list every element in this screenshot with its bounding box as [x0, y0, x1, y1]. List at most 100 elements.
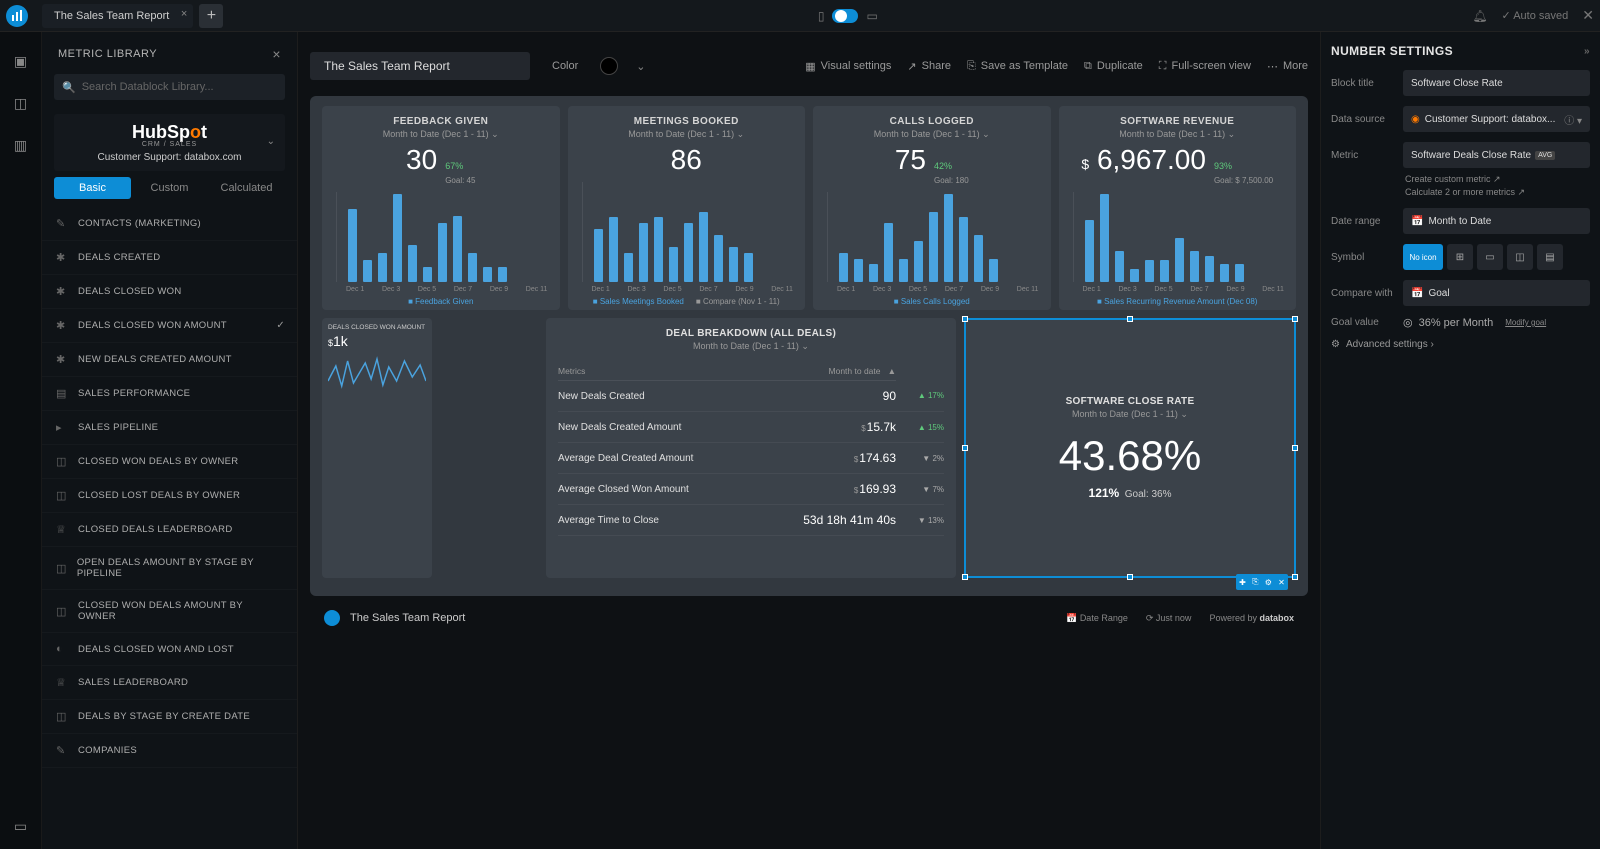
full-screen-view-button[interactable]: ⛶ Full-screen view	[1159, 60, 1251, 73]
sym-1[interactable]: ⊞	[1447, 244, 1473, 270]
metric-type-icon: ♕	[56, 523, 70, 536]
metric-item[interactable]: ◫CLOSED WON DEALS BY OWNER	[42, 445, 297, 479]
metric-item[interactable]: ✎COMPANIES	[42, 734, 297, 768]
color-picker[interactable]	[600, 57, 618, 75]
sym-4[interactable]: ▤	[1537, 244, 1563, 270]
page-tab[interactable]: The Sales Team Report ×	[42, 4, 193, 28]
resize-handle[interactable]	[1292, 445, 1298, 451]
metric-item[interactable]: ♕CLOSED DEALS LEADERBOARD	[42, 513, 297, 547]
metric-item[interactable]: ◫CLOSED WON DEALS AMOUNT BY OWNER	[42, 590, 297, 633]
block-title-input[interactable]: Software Close Rate⚙	[1403, 70, 1590, 96]
metric-item[interactable]: ✱DEALS CLOSED WON AMOUNT✓	[42, 309, 297, 343]
deal-breakdown-block[interactable]: DEAL BREAKDOWN (ALL DEALS) Month to Date…	[546, 318, 956, 578]
tab-basic[interactable]: Basic	[54, 177, 131, 199]
modify-goal-link[interactable]: Modify goal	[1505, 318, 1546, 327]
resize-handle[interactable]	[1292, 574, 1298, 580]
settings-icon[interactable]: ▥	[12, 136, 30, 154]
tab-custom[interactable]: Custom	[131, 177, 208, 199]
meetings-booked-block[interactable]: MEETINGS BOOKED Month to Date (Dec 1 - 1…	[568, 106, 806, 310]
revenue-chart	[1085, 192, 1283, 282]
add-tab-button[interactable]: +	[199, 4, 223, 28]
mobile-icon[interactable]: ▯	[818, 9, 825, 23]
advanced-settings-link[interactable]: ⚙Advanced settings ›	[1331, 339, 1590, 350]
chevron-down-icon[interactable]: ⌄	[636, 60, 645, 73]
dashboard-icon[interactable]: ▣	[12, 52, 30, 70]
dashboard-title-input[interactable]: The Sales Team Report	[310, 52, 530, 80]
search-input[interactable]: 🔍 Search Datablock Library...	[54, 74, 285, 100]
more-button[interactable]: ⋯ More	[1267, 60, 1308, 73]
visual-settings-button[interactable]: ▦ Visual settings	[805, 60, 891, 73]
hubspot-logo: HubSpot	[54, 122, 285, 143]
desktop-icon[interactable]: ▭	[866, 9, 877, 23]
metric-item[interactable]: ◐DEALS CLOSED WON AND LOST	[42, 633, 297, 666]
share-button[interactable]: ↗ Share	[907, 60, 951, 73]
empty-block[interactable]	[440, 318, 538, 578]
calls-logged-block[interactable]: CALLS LOGGED Month to Date (Dec 1 - 11) …	[813, 106, 1051, 310]
deal-breakdown-table: Metrics Month to date ▲ New Deals Create…	[558, 362, 944, 536]
metric-item[interactable]: ✎CONTACTS (MARKETING)	[42, 207, 297, 241]
data-source-select[interactable]: ◉Customer Support: databox... ⓘ ▾	[1403, 106, 1590, 132]
metric-item[interactable]: ♕SALES LEADERBOARD	[42, 666, 297, 700]
symbol-picker: No icon ⊞ ▭ ◫ ▤	[1403, 244, 1563, 270]
resize-handle[interactable]	[962, 574, 968, 580]
app-logo-icon[interactable]	[6, 5, 28, 27]
close-rate-value: 43.68%	[1059, 432, 1201, 480]
close-icon[interactable]: ×	[272, 46, 281, 62]
metric-item[interactable]: ◫DEALS BY STAGE BY CREATE DATE	[42, 700, 297, 734]
date-range-link[interactable]: 📅 Date Range	[1066, 613, 1128, 624]
refresh-status[interactable]: ⟳ Just now	[1146, 613, 1192, 624]
target-icon: ◎	[1403, 316, 1413, 329]
metric-item[interactable]: ▤SALES PERFORMANCE	[42, 377, 297, 411]
resize-handle[interactable]	[1292, 316, 1298, 322]
resize-handle[interactable]	[1127, 316, 1133, 322]
tab-calculated[interactable]: Calculated	[208, 177, 285, 199]
metric-type-icon: ▤	[56, 387, 70, 400]
close-icon[interactable]: ×	[181, 8, 187, 20]
metric-type-icon: ◫	[56, 455, 70, 468]
resize-handle[interactable]	[1127, 574, 1133, 580]
deals-closed-won-amount-block[interactable]: DEALS CLOSED WON AMOUNT $1k	[322, 318, 432, 578]
metric-item[interactable]: ✱DEALS CLOSED WON	[42, 275, 297, 309]
metric-type-icon: ◫	[56, 489, 70, 502]
feedback-given-block[interactable]: FEEDBACK GIVEN Month to Date (Dec 1 - 11…	[322, 106, 560, 310]
close-icon[interactable]: ✕	[1582, 7, 1594, 24]
metric-tabs: Basic Custom Calculated	[54, 177, 285, 199]
sidebar-title: METRIC LIBRARY	[58, 48, 157, 60]
metric-item[interactable]: ✱NEW DEALS CREATED AMOUNT	[42, 343, 297, 377]
calls-value: 75	[895, 144, 926, 176]
software-revenue-block[interactable]: SOFTWARE REVENUE Month to Date (Dec 1 - …	[1059, 106, 1297, 310]
data-source-card[interactable]: HubSpot CRM / SALES Customer Support: da…	[54, 114, 285, 171]
metric-item[interactable]: ◫OPEN DEALS AMOUNT BY STAGE BY PIPELINE	[42, 547, 297, 590]
sym-2[interactable]: ▭	[1477, 244, 1503, 270]
metric-type-icon: ✎	[56, 744, 70, 757]
sym-3[interactable]: ◫	[1507, 244, 1533, 270]
compare-with-select[interactable]: 📅Goal	[1403, 280, 1590, 306]
metric-type-icon: ✱	[56, 251, 70, 264]
calls-chart	[839, 192, 1037, 282]
bell-icon[interactable]: 🔔︎	[1472, 9, 1487, 23]
metric-type-icon: ◫	[56, 710, 70, 723]
save-as-template-button[interactable]: ⎘ Save as Template	[967, 60, 1068, 73]
metric-item[interactable]: ▸SALES PIPELINE	[42, 411, 297, 445]
metric-type-icon: ✱	[56, 319, 70, 332]
metric-select[interactable]: Software Deals Close RateAVG	[1403, 142, 1590, 168]
number-settings-panel: NUMBER SETTINGS» Block title Software Cl…	[1320, 32, 1600, 849]
block-toolbar[interactable]: ✚⎘⚙✕	[1236, 574, 1288, 590]
metric-item[interactable]: ✱DEALS CREATED	[42, 241, 297, 275]
chart-icon[interactable]: ◫	[12, 94, 30, 112]
resize-handle[interactable]	[962, 445, 968, 451]
resize-handle[interactable]	[962, 316, 968, 322]
no-icon-button[interactable]: No icon	[1403, 244, 1443, 270]
metric-item[interactable]: ◫CLOSED LOST DEALS BY OWNER	[42, 479, 297, 513]
table-row: Average Time to Close53d 18h 41m 40s▼ 13…	[558, 505, 944, 536]
software-close-rate-block[interactable]: SOFTWARE CLOSE RATE Month to Date (Dec 1…	[964, 318, 1296, 578]
meetings-chart	[594, 182, 792, 282]
duplicate-button[interactable]: ⧉ Duplicate	[1084, 60, 1143, 73]
date-range-select[interactable]: 📅Month to Date	[1403, 208, 1590, 234]
expand-icon[interactable]: ▭	[12, 817, 30, 835]
collapse-icon[interactable]: »	[1584, 46, 1590, 57]
metric-type-icon: ◫	[56, 562, 69, 575]
device-toggle[interactable]	[832, 9, 858, 23]
calculate-metrics-link[interactable]: Calculate 2 or more metrics ↗	[1405, 187, 1590, 198]
create-custom-metric-link[interactable]: Create custom metric ↗	[1405, 174, 1590, 185]
